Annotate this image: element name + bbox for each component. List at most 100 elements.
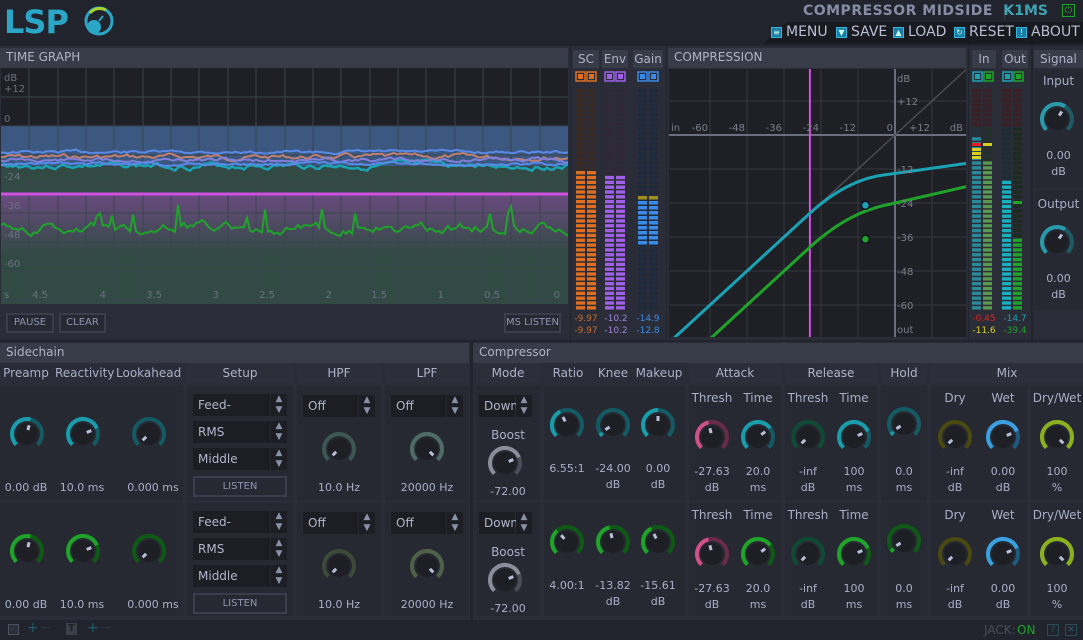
sc-source-arrows-icon-middle[interactable]: ▲ ▼ xyxy=(271,448,287,470)
rel-thresh-knob-side[interactable] xyxy=(789,535,827,573)
reset-button[interactable]: ↻ RESET xyxy=(954,24,1014,40)
meter-segment xyxy=(616,272,625,276)
meter-segment xyxy=(616,132,625,136)
rel-thresh-knob-middle[interactable] xyxy=(789,418,827,456)
zoom-out-button[interactable]: − xyxy=(40,620,52,636)
hpf-mode-select-middle[interactable]: Off xyxy=(303,395,358,417)
drywet-knob-side[interactable] xyxy=(1038,535,1076,573)
hpf-mode-arrows-icon-middle[interactable]: ▲ ▼ xyxy=(359,395,375,417)
knee-knob-side[interactable] xyxy=(594,523,632,561)
drywet-knob-middle[interactable] xyxy=(1038,418,1076,456)
preamp-knob-side[interactable] xyxy=(8,532,46,570)
preamp-knob-middle[interactable] xyxy=(8,415,46,453)
sc-source-arrows-icon-side[interactable]: ▲ ▼ xyxy=(271,565,287,587)
meter-segment xyxy=(616,195,625,199)
att-time-knob-side[interactable] xyxy=(739,535,777,573)
lpf-mode-arrows-icon-side[interactable]: ▲ ▼ xyxy=(447,512,463,534)
boost-knob-middle[interactable] xyxy=(486,444,524,482)
lpf-knob-side[interactable] xyxy=(408,547,446,585)
font-size-icon[interactable]: T xyxy=(66,623,77,635)
font-decrease-button[interactable]: − xyxy=(100,620,112,636)
sc-type-arrows-icon-side[interactable]: ▲ ▼ xyxy=(271,511,287,533)
mode-select-side[interactable]: Down xyxy=(479,512,518,534)
sc-type-arrows-icon-middle[interactable]: ▲ ▼ xyxy=(271,394,287,416)
meter-segment xyxy=(605,89,614,93)
zoom-in-button[interactable]: + xyxy=(27,620,39,636)
ratio-knob-side[interactable] xyxy=(548,523,586,561)
wet-knob-side[interactable] xyxy=(984,535,1022,573)
lookahead-knob-middle[interactable] xyxy=(130,415,168,453)
att-thresh-knob-side[interactable] xyxy=(693,535,731,573)
sc-mode-arrows-icon-middle[interactable]: ▲ ▼ xyxy=(271,421,287,443)
rel_time-label-middle: Time xyxy=(839,391,869,405)
power-button[interactable]: ⏻ xyxy=(1062,4,1075,17)
lpf-mode-arrows-icon-middle[interactable]: ▲ ▼ xyxy=(447,395,463,417)
sc-listen-button-middle[interactable]: LISTEN xyxy=(193,476,287,497)
save-button[interactable]: ▼ SAVE xyxy=(836,24,887,40)
pause-button[interactable]: PAUSE xyxy=(6,313,54,333)
hold-knob-middle[interactable] xyxy=(885,405,923,443)
meter-segment xyxy=(972,306,981,310)
lpf-mode-select-side[interactable]: Off xyxy=(391,512,446,534)
meter-segment xyxy=(576,306,585,310)
fullscreen-icon[interactable]: ✕ xyxy=(1065,624,1077,636)
lpf-value-middle: 20000 Hz xyxy=(400,481,454,494)
rel-time-value-side: 100 xyxy=(843,582,865,595)
clear-button[interactable]: CLEAR xyxy=(59,313,106,333)
window-size-icon[interactable] xyxy=(8,624,19,635)
meter-segment xyxy=(1002,190,1011,194)
y-tick-label: -60 xyxy=(897,301,913,312)
meter-segment xyxy=(616,291,625,296)
ratio-knob-middle[interactable] xyxy=(548,406,586,444)
meter-segment xyxy=(576,89,585,93)
sc-mode-select-side[interactable]: RMS xyxy=(193,538,270,560)
meter-segment xyxy=(649,282,658,286)
knee-knob-middle[interactable] xyxy=(594,406,632,444)
output-gain-knob[interactable] xyxy=(1038,223,1076,261)
reactivity-knob-middle[interactable] xyxy=(64,415,102,453)
makeup-knob-side[interactable] xyxy=(639,523,677,561)
about-button[interactable]: ! ABOUT xyxy=(1016,24,1080,40)
lookahead-knob-side[interactable] xyxy=(130,532,168,570)
sc-mode-arrows-icon-side[interactable]: ▲ ▼ xyxy=(271,538,287,560)
mode-select-middle[interactable]: Down xyxy=(479,395,518,417)
dry-knob-side[interactable] xyxy=(936,535,974,573)
sc-source-select-middle[interactable]: Middle xyxy=(193,448,270,470)
hpf-knob-middle[interactable] xyxy=(320,430,358,468)
sc-mode-select-middle[interactable]: RMS xyxy=(193,421,270,443)
lpf-knob-middle[interactable] xyxy=(408,430,446,468)
att-time-knob-middle[interactable] xyxy=(739,418,777,456)
hpf-mode-select-side[interactable]: Off xyxy=(303,512,358,534)
sc-listen-button-side[interactable]: LISTEN xyxy=(193,593,287,614)
load-button[interactable]: ▲ LOAD xyxy=(893,24,946,40)
reactivity-knob-side[interactable] xyxy=(64,532,102,570)
makeup-knob-middle[interactable] xyxy=(639,406,677,444)
wet-knob-middle[interactable] xyxy=(984,418,1022,456)
meter-segment xyxy=(649,248,658,252)
meter-segment xyxy=(649,306,658,310)
rel-time-knob-side[interactable] xyxy=(835,535,873,573)
dry-knob-middle[interactable] xyxy=(936,418,974,456)
hpf-knob-side[interactable] xyxy=(320,547,358,585)
att-thresh-knob-middle[interactable] xyxy=(693,418,731,456)
meter-segment xyxy=(972,224,981,228)
meter-segment xyxy=(649,190,658,194)
menu-button[interactable]: ≡ MENU xyxy=(771,24,828,40)
hpf-mode-arrows-icon-side[interactable]: ▲ ▼ xyxy=(359,512,375,534)
mode-arrows-icon-middle[interactable]: ▲ ▼ xyxy=(516,395,532,417)
boost-knob-side[interactable] xyxy=(486,561,524,599)
meter-segment xyxy=(616,286,625,291)
hold-knob-side[interactable] xyxy=(885,522,923,560)
input-gain-knob[interactable] xyxy=(1038,100,1076,138)
sc-type-select-side[interactable]: Feed-forward xyxy=(193,511,270,551)
rel-time-knob-middle[interactable] xyxy=(835,418,873,456)
font-increase-button[interactable]: + xyxy=(87,620,99,636)
sc-source-select-side[interactable]: Middle xyxy=(193,565,270,587)
sc-type-select-middle[interactable]: Feed-forward xyxy=(193,394,270,434)
mode-arrows-icon-side[interactable]: ▲ ▼ xyxy=(516,512,532,534)
help-icon[interactable]: ? xyxy=(1047,624,1059,636)
lpf-mode-select-middle[interactable]: Off xyxy=(391,395,446,417)
jack-label: JACK: xyxy=(984,623,1016,637)
mix-header: Mix xyxy=(931,363,1083,383)
ms-listen-button[interactable]: MS LISTEN xyxy=(504,313,561,333)
